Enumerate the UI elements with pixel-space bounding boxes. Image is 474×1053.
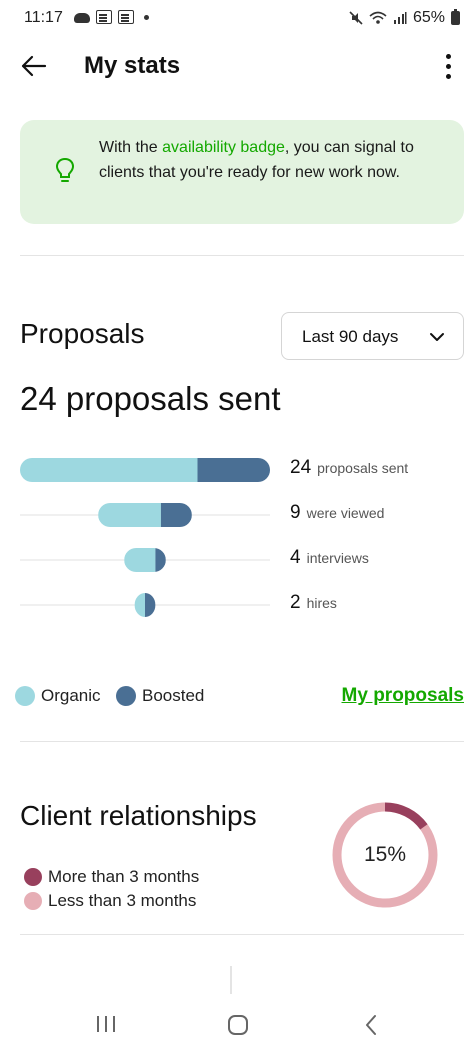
proposals-sent-summary: 24 proposals sent	[20, 380, 281, 417]
status-bar: 11:17 65%	[0, 0, 474, 36]
funnel-bar	[98, 503, 192, 527]
more-options-button[interactable]	[440, 50, 456, 82]
funnel-value: 9	[290, 502, 301, 523]
funnel-bar	[134, 593, 156, 617]
legend-less-than-3-months: Less than 3 months	[24, 891, 196, 911]
funnel-label: 9 were viewed	[290, 502, 384, 524]
mute-icon	[349, 11, 363, 25]
funnel-bar	[20, 458, 270, 482]
client-relationships-title: Client relationships	[20, 800, 257, 831]
my-proposals-link[interactable]: My proposals	[342, 685, 464, 707]
back-button[interactable]	[18, 50, 50, 82]
funnel-bar-boosted	[155, 548, 166, 572]
divider	[20, 741, 464, 742]
date-range-value: Last 90 days	[302, 327, 399, 346]
banner-text: With the availability badge, you can sig…	[99, 135, 449, 185]
more-than-3-months-swatch	[24, 868, 42, 886]
chevron-down-icon	[430, 333, 444, 341]
funnel-bar-boosted	[145, 593, 156, 617]
divider	[20, 934, 464, 935]
funnel-bar-boosted	[160, 503, 192, 527]
donut-percent-label: 15%	[363, 843, 407, 866]
funnel-bar	[124, 548, 166, 572]
system-nav-bar	[0, 990, 474, 1053]
recents-icon[interactable]	[95, 1014, 117, 1034]
more-dot-icon	[445, 53, 451, 59]
funnel-value-label: hires	[306, 595, 337, 611]
wifi-icon	[369, 11, 387, 24]
date-range-dropdown[interactable]: Last 90 days	[281, 312, 464, 360]
news-icon	[118, 10, 134, 24]
battery-percent: 65%	[412, 9, 445, 26]
legend-organic-label: Organic	[41, 686, 101, 705]
boosted-swatch	[116, 686, 136, 706]
legend-boosted-label: Boosted	[142, 686, 205, 705]
funnel-label: 2 hires	[290, 592, 337, 614]
lightbulb-icon	[55, 157, 75, 182]
banner-text-before: With the	[99, 139, 163, 156]
back-arrow-icon	[21, 55, 47, 77]
page-title: My stats	[84, 52, 181, 79]
funnel-bar-boosted	[197, 458, 270, 482]
funnel-label: 24 proposals sent	[290, 457, 408, 479]
proposals-title: Proposals	[20, 318, 145, 349]
funnel-value-label: were viewed	[306, 505, 385, 521]
funnel-bar-organic	[124, 548, 156, 572]
cloud-icon	[74, 13, 90, 23]
organic-swatch	[15, 686, 35, 706]
signal-icon	[393, 12, 407, 24]
more-dot-icon	[445, 73, 451, 79]
funnel-value-label: interviews	[306, 550, 369, 566]
app-bar: My stats	[0, 36, 474, 96]
legend-boosted: Boosted	[116, 686, 204, 706]
funnel-bar-organic	[134, 593, 145, 617]
notification-dot-icon	[144, 14, 149, 20]
funnel-value: 2	[290, 592, 301, 613]
funnel-value-label: proposals sent	[317, 460, 409, 476]
less-than-3-months-swatch	[24, 892, 42, 910]
home-icon[interactable]	[227, 1014, 249, 1036]
availability-badge-link[interactable]: availability badge	[162, 139, 285, 156]
funnel-bar-organic	[98, 503, 161, 527]
funnel-label: 4 interviews	[290, 547, 369, 569]
back-nav-icon[interactable]	[364, 1014, 378, 1036]
more-dot-icon	[445, 63, 451, 69]
availability-banner: With the availability badge, you can sig…	[20, 120, 464, 224]
battery-icon	[451, 9, 460, 25]
legend-short-label: Less than 3 months	[48, 891, 197, 910]
legend-organic: Organic	[15, 686, 101, 706]
funnel-value: 24	[290, 457, 312, 478]
legend-long-label: More than 3 months	[48, 867, 200, 886]
funnel-bar-organic	[20, 458, 198, 482]
divider	[20, 255, 464, 256]
legend-more-than-3-months: More than 3 months	[24, 867, 199, 887]
funnel-value: 4	[290, 547, 301, 568]
status-time: 11:17	[24, 9, 63, 26]
news-icon	[96, 10, 112, 24]
proposals-funnel: 24 proposals sent 9 were viewed 4 interviews 2…	[0, 450, 474, 620]
